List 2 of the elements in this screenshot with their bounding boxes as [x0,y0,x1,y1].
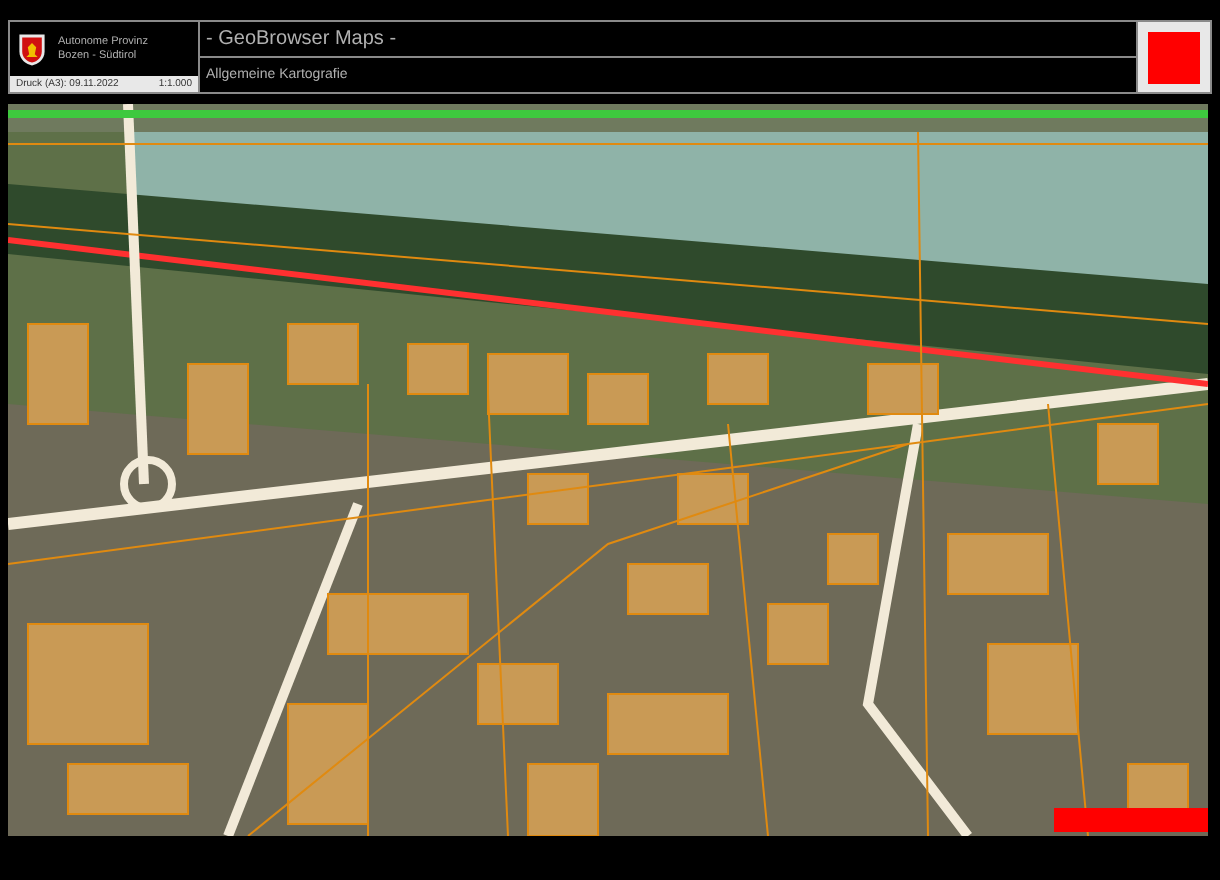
map-title: - GeoBrowser Maps - [200,22,1136,58]
eagle-crest-icon [18,31,46,67]
